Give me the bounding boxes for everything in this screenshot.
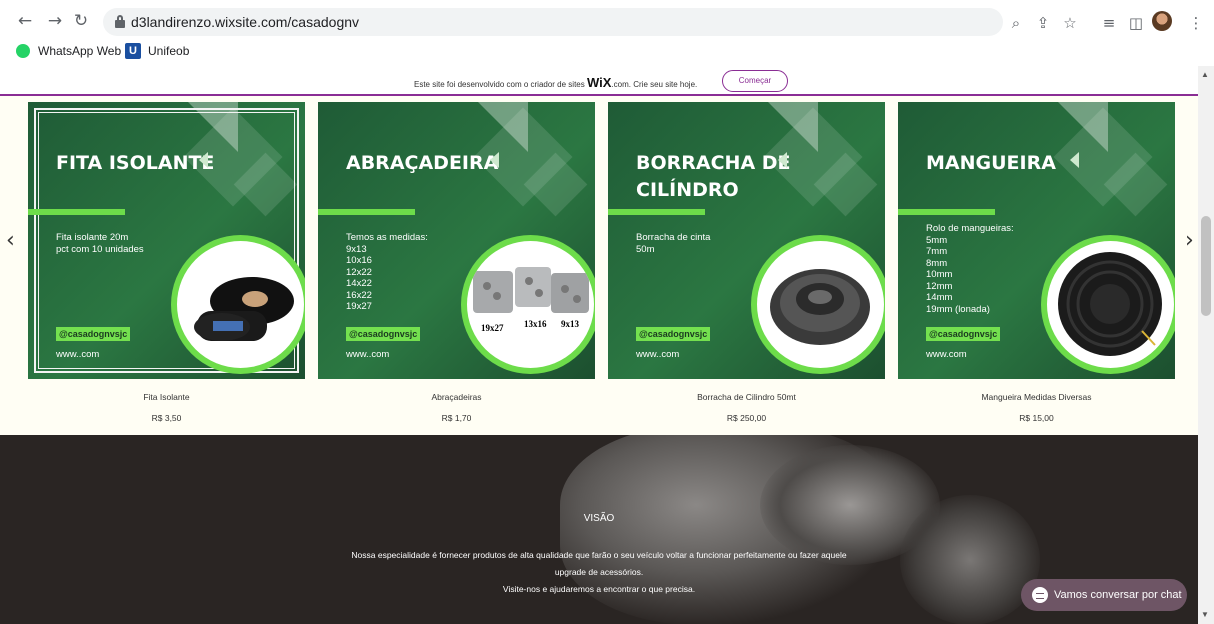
product-price: R$ 3,50 (151, 413, 182, 423)
product-name[interactable]: Mangueira Medidas Diversas (898, 392, 1175, 402)
start-button[interactable]: Começar (722, 70, 788, 92)
wix-text-before: Este site foi desenvolvido com o criador… (414, 80, 585, 89)
profile-avatar[interactable] (1152, 11, 1172, 31)
share-icon[interactable]: ⇪ (1032, 12, 1054, 34)
unifeob-icon: U (125, 43, 141, 59)
chat-button[interactable]: Vamos conversar por chat (1021, 579, 1187, 611)
chevron-left-icon (1070, 152, 1079, 168)
wix-banner-text: Este site foi desenvolvido com o criador… (414, 75, 697, 90)
product-card-mangueira[interactable]: MANGUEIRA Rolo de mangueiras: 5mm 7mm 8m… (898, 102, 1175, 379)
chevron-left-icon (199, 152, 208, 168)
instagram-handle: @casadognvsjc (56, 327, 131, 341)
scroll-thumb[interactable] (1201, 216, 1211, 316)
rubber-roll-image (770, 269, 870, 345)
card-description: Temos as medidas: 9x13 10x16 12x22 14x22… (346, 232, 428, 312)
section-paragraph: Nossa especialidade é fornecer produtos … (0, 547, 1198, 598)
clamps-image: 19x27 13x16 9x13 (473, 267, 589, 333)
zoom-icon[interactable]: ⌕ (1005, 12, 1027, 34)
wix-text-after: .com. Crie seu site hoje. (611, 80, 698, 89)
card-title: MANGUEIRA (926, 152, 1056, 174)
wix-banner: Este site foi desenvolvido com o criador… (0, 66, 1198, 96)
side-panel-icon[interactable]: ◫ (1125, 12, 1147, 34)
browser-chrome: ← → ↻ d3landirenzo.wixsite.com/casadognv… (0, 0, 1214, 66)
image-label: 9x13 (561, 319, 580, 329)
green-bar (608, 209, 705, 215)
url-text[interactable]: d3landirenzo.wixsite.com/casadognv (131, 14, 359, 30)
instagram-handle: @casadognvsjc (346, 327, 421, 341)
green-bar (28, 209, 125, 215)
hose-image (1058, 252, 1162, 356)
image-label: 19x27 (481, 323, 504, 333)
reload-icon[interactable]: ↻ (70, 10, 92, 32)
bookmark-whatsapp[interactable]: WhatsApp Web (38, 44, 121, 58)
media-control-icon[interactable]: ≡ (1098, 12, 1120, 34)
chevron-left-icon (490, 152, 499, 168)
scroll-up-icon[interactable]: ▲ (1201, 70, 1209, 79)
card-title: FITA ISOLANTE (56, 152, 215, 174)
card-description: Borracha de cinta 50m (636, 232, 711, 255)
kebab-menu-icon[interactable]: ⋮ (1185, 12, 1207, 34)
card-description: Fita isolante 20m pct com 10 unidades (56, 232, 144, 255)
card-title: BORRACHA DE CILÍNDRO (636, 152, 791, 201)
section-title: VISÃO (583, 513, 615, 524)
product-image-circle (1041, 235, 1175, 374)
product-card-abracadeira[interactable]: ABRAÇADEIRA Temos as medidas: 9x13 10x16… (318, 102, 595, 379)
card-title: ABRAÇADEIRA (346, 152, 499, 174)
product-image-circle (171, 235, 305, 374)
website-text: www..com (636, 349, 680, 360)
bookmark-unifeob[interactable]: Unifeob (148, 44, 189, 58)
wix-logo: WiX (586, 75, 612, 90)
product-image-circle (751, 235, 885, 374)
image-label: 13x16 (524, 319, 547, 329)
instagram-handle: @casadognvsjc (926, 327, 1001, 341)
back-arrow-icon[interactable]: ← (14, 10, 36, 32)
tape-image (194, 277, 294, 341)
product-price: R$ 1,70 (441, 413, 472, 423)
carousel-prev-icon[interactable]: ‹ (6, 228, 15, 253)
website-text: www.com (926, 349, 967, 360)
bookmarks-bar: WhatsApp Web Unifeob (0, 40, 1214, 64)
vision-section: VISÃO Nossa especialidade é fornecer pro… (0, 435, 1198, 624)
browser-toolbar: ← → ↻ d3landirenzo.wixsite.com/casadognv… (0, 8, 1214, 36)
star-icon[interactable]: ☆ (1059, 12, 1081, 34)
product-image-circle: 19x27 13x16 9x13 (461, 235, 595, 374)
paragraph-line: upgrade de acessórios. (554, 567, 644, 577)
green-bar (318, 209, 415, 215)
card-description: Rolo de mangueiras: 5mm 7mm 8mm 10mm 12m… (926, 223, 1014, 315)
product-name[interactable]: Borracha de Cilindro 50mt (608, 392, 885, 402)
forward-arrow-icon[interactable]: → (44, 10, 66, 32)
instagram-handle: @casadognvsjc (636, 327, 711, 341)
page-viewport: Este site foi desenvolvido com o criador… (0, 66, 1198, 624)
paragraph-line: Nossa especialidade é fornecer produtos … (351, 550, 847, 560)
product-card-fita[interactable]: FITA ISOLANTE Fita isolante 20m pct com … (28, 102, 305, 379)
product-card-borracha[interactable]: BORRACHA DE CILÍNDRO Borracha de cinta 50… (608, 102, 885, 379)
website-text: www..com (56, 349, 100, 360)
green-bar (898, 209, 995, 215)
product-name[interactable]: Abraçadeiras (318, 392, 595, 402)
chat-label: Vamos conversar por chat (1054, 589, 1182, 601)
chevron-left-icon (778, 152, 787, 168)
website-text: www..com (346, 349, 390, 360)
scroll-down-icon[interactable]: ▼ (1201, 610, 1209, 619)
carousel-next-icon[interactable]: › (1185, 228, 1194, 253)
product-price: R$ 250,00 (726, 413, 767, 423)
paragraph-line: Visite-nos e ajudaremos a encontrar o qu… (502, 584, 696, 594)
product-name[interactable]: Fita Isolante (28, 392, 305, 402)
whatsapp-icon (16, 44, 30, 58)
chat-bubble-icon (1032, 587, 1048, 603)
product-price: R$ 15,00 (1019, 413, 1054, 423)
lock-icon (115, 15, 125, 28)
page-scrollbar[interactable]: ▲ ▼ (1198, 66, 1214, 624)
address-bar[interactable]: d3landirenzo.wixsite.com/casadognv (103, 8, 1003, 36)
